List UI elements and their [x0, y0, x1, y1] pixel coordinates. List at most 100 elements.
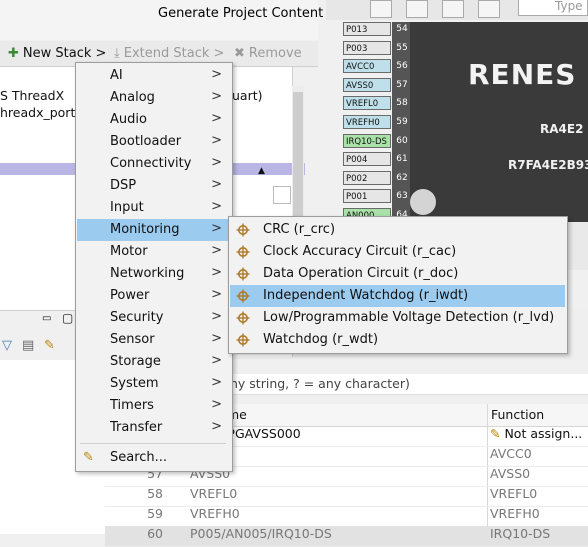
submenu-arrow-icon: > — [211, 331, 222, 346]
row-pin-function-cell: ✎ Not assign... — [490, 426, 582, 441]
table-row[interactable]: 60 P005/AN005/IRQ10-DS IRQ10-DS — [105, 526, 588, 547]
pin-label[interactable]: VREFL0 — [343, 96, 391, 111]
pin-row[interactable]: P002 62 — [343, 170, 413, 187]
submenu-arrow-icon: > — [211, 309, 222, 324]
pin-number: 61 — [396, 154, 408, 165]
pin-label[interactable]: AVCC0 — [343, 59, 391, 74]
submenu-arrow-icon: > — [211, 155, 222, 170]
menu-item-transfer[interactable]: Transfer > — [77, 417, 230, 439]
menu-item-label: AI — [110, 68, 123, 83]
table-row[interactable]: 59 VREFH0 VREFH0 — [105, 506, 588, 527]
submenu-item-label: Independent Watchdog (r_iwdt) — [263, 288, 469, 303]
menu-item-sensor[interactable]: Sensor > — [77, 329, 230, 351]
pin-label[interactable]: P002 — [343, 170, 391, 185]
menu-item-bootloader[interactable]: Bootloader > — [77, 131, 230, 153]
maximize-icon[interactable]: ▢ — [62, 311, 73, 325]
pin-label[interactable]: P003 — [343, 40, 391, 55]
submenu-item[interactable]: Clock Accuracy Circuit (r_cac) — [230, 241, 565, 263]
pin-row[interactable]: VREFH0 59 — [343, 115, 413, 131]
menu-item-security[interactable]: Security > — [77, 307, 230, 329]
extend-stack-button[interactable]: ⤓ Extend Stack > — [114, 46, 224, 61]
menu-item-analog[interactable]: Analog > — [77, 87, 230, 109]
pin-filter-field[interactable]: ny string, ? = any character) — [230, 374, 588, 395]
properties-icon[interactable]: ▤ — [22, 338, 34, 353]
menu-item-label: Input — [110, 200, 144, 215]
export-icon[interactable] — [478, 0, 500, 18]
filter-hint: ny string, ? = any character) — [230, 376, 410, 391]
module-component-icon — [236, 311, 250, 325]
stack-line-2: hreadx_port) — [0, 105, 81, 120]
pin-label[interactable]: P004 — [343, 152, 391, 167]
monitoring-submenu: CRC (r_crc) Clock Accuracy Circuit (r_cac… — [228, 216, 568, 354]
zoom-in-icon[interactable] — [406, 0, 428, 18]
pin-row[interactable]: P004 61 — [343, 152, 413, 168]
remove-button[interactable]: ✖ Remove — [234, 46, 302, 61]
pin-number: 56 — [396, 61, 408, 72]
pin-label[interactable]: AVSS0 — [343, 77, 391, 92]
chip-model: RA4E2 — [540, 122, 584, 136]
pin-number: 58 — [396, 98, 408, 109]
menu-item-audio[interactable]: Audio > — [77, 109, 230, 131]
column-function-header[interactable]: Function — [491, 407, 544, 422]
menu-item-dsp[interactable]: DSP > — [77, 175, 230, 197]
pin-view-scroll[interactable] — [566, 222, 588, 270]
extend-stack-icon: ⤓ — [114, 46, 120, 61]
submenu-item[interactable]: CRC (r_crc) — [230, 219, 565, 241]
submenu-arrow-icon: > — [211, 111, 222, 126]
stacks-scrollbar-thumb[interactable] — [293, 92, 303, 218]
pin-label[interactable]: VREFH0 — [343, 115, 391, 129]
add-stack-icon: ✚ — [8, 46, 19, 61]
menu-item-system[interactable]: System > — [77, 373, 230, 395]
table-row[interactable]: 58 VREFL0 VREFL0 — [105, 486, 588, 507]
menu-item-search[interactable]: ✎ Search... — [77, 447, 230, 469]
menu-item-input[interactable]: Input > — [77, 197, 230, 219]
submenu-item[interactable]: Data Operation Circuit (r_doc) — [230, 263, 565, 285]
remove-label: Remove — [248, 46, 302, 61]
extend-stack-label: Extend Stack > — [123, 46, 225, 61]
menu-item-networking[interactable]: Networking > — [77, 263, 230, 285]
scroll-up-arrow-icon[interactable]: ▲ — [258, 166, 265, 176]
stack-line-1: S ThreadX — [0, 88, 65, 103]
menu-item-label: Bootloader — [110, 134, 182, 149]
new-stack-button[interactable]: ✚ New Stack > — [8, 46, 106, 61]
generate-project-content-button[interactable]: Generate Project Content — [158, 6, 323, 21]
pin-icon[interactable]: ✎ — [44, 338, 55, 353]
menu-item-monitoring[interactable]: Monitoring > — [77, 219, 230, 241]
pin-search-input[interactable]: Type — [518, 0, 588, 16]
menu-item-power[interactable]: Power > — [77, 285, 230, 307]
menu-item-motor[interactable]: Motor > — [77, 241, 230, 263]
pin-label[interactable]: IRQ10-DS — [343, 133, 391, 148]
pin-row[interactable]: P013 54 — [343, 22, 413, 38]
submenu-arrow-icon: > — [211, 287, 222, 302]
row-pin-number: 59 — [147, 506, 163, 521]
pin-row[interactable]: AVCC0 56 — [343, 59, 413, 75]
pin-row[interactable]: P001 63 — [343, 189, 413, 205]
menu-item-connectivity[interactable]: Connectivity > — [77, 153, 230, 175]
submenu-item[interactable]: Low/Programmable Voltage Detection (r_lv… — [230, 307, 565, 329]
pin-row[interactable]: VREFL0 58 — [343, 96, 413, 112]
minimize-icon[interactable]: ▭ — [42, 313, 51, 324]
pin-view-toolbar: Type — [326, 0, 588, 20]
pin-label[interactable]: P001 — [343, 189, 391, 204]
menu-item-label: Power — [110, 288, 150, 303]
submenu-arrow-icon: > — [211, 67, 222, 82]
submenu-item[interactable]: Independent Watchdog (r_iwdt) — [230, 285, 565, 307]
submenu-arrow-icon: > — [211, 133, 222, 148]
pin-row[interactable]: AVSS0 57 — [343, 77, 413, 94]
menu-item-storage[interactable]: Storage > — [77, 351, 230, 373]
filter-icon[interactable]: ▽ — [2, 338, 12, 353]
module-component-icon — [236, 223, 250, 237]
pin-row[interactable]: P003 55 — [343, 40, 413, 57]
submenu-arrow-icon: > — [211, 243, 222, 258]
menu-item-label: Timers — [110, 398, 154, 413]
menu-item-ai[interactable]: AI > — [77, 65, 230, 87]
pin-number: 57 — [396, 79, 408, 90]
menu-item-timers[interactable]: Timers > — [77, 395, 230, 417]
stack-line-3: uart) — [232, 88, 263, 103]
pin-label[interactable]: P013 — [343, 22, 391, 36]
add-module-icon[interactable] — [273, 186, 291, 204]
pin-row[interactable]: IRQ10-DS 60 — [343, 133, 413, 150]
zoom-out-icon[interactable] — [442, 0, 464, 18]
pin-tool-icon-1[interactable] — [370, 0, 392, 18]
submenu-item[interactable]: Watchdog (r_wdt) — [230, 329, 565, 351]
